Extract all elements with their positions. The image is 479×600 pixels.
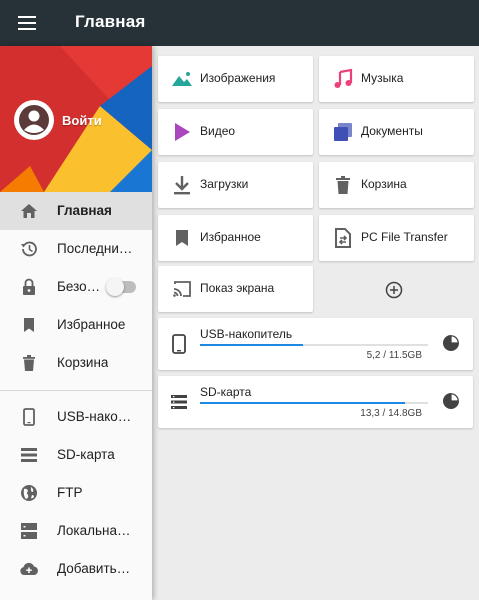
drawer-item-usb[interactable]: USB-нако… (0, 398, 152, 436)
drawer-item-local-network[interactable]: Локальна… (0, 512, 152, 550)
download-icon (170, 173, 194, 197)
pie-chart-icon[interactable] (441, 391, 461, 411)
drawer-item-label: Главная (57, 203, 112, 218)
cast-icon (170, 277, 194, 301)
phone-icon (168, 333, 190, 355)
drawer-item-label: SD-карта (57, 447, 115, 462)
tile-label: PC File Transfer (361, 230, 448, 244)
home-icon (19, 201, 39, 221)
drawer-header: Войти (0, 46, 152, 192)
trash-icon (331, 173, 355, 197)
tile-pc-file-transfer[interactable]: PC File Transfer (319, 215, 474, 261)
lock-icon (19, 277, 39, 297)
add-circle-icon[interactable] (382, 278, 406, 302)
drawer-item-label: Добавить… (57, 561, 131, 576)
storage-name: SD-карта (200, 385, 252, 399)
toggle-knob (106, 278, 124, 296)
tile-label: Корзина (361, 177, 407, 191)
drawer-item-label: Последни… (57, 241, 133, 256)
tile-downloads[interactable]: Загрузки (158, 162, 313, 208)
tile-label: Видео (200, 124, 236, 138)
server-icon (19, 521, 39, 541)
menu-icon[interactable] (14, 11, 40, 35)
storage-progress (200, 344, 428, 346)
tile-favorites[interactable]: Избранное (158, 215, 313, 261)
music-icon (331, 67, 355, 91)
storage-progress-fill (200, 344, 304, 346)
tile-music[interactable]: Музыка (319, 56, 474, 102)
app-bar: Главная (0, 0, 479, 46)
drawer-item-secure[interactable]: Безо… (0, 268, 152, 306)
tile-screen-cast[interactable]: Показ экрана (158, 266, 313, 312)
tile-images[interactable]: Изображения (158, 56, 313, 102)
storage-card-sd[interactable]: SD-карта 13,3 / 14.8GB (158, 376, 473, 428)
tile-label: Загрузки (200, 177, 249, 191)
image-icon (170, 67, 194, 91)
drawer-item-label: USB-нако… (57, 409, 132, 424)
phone-icon (19, 407, 39, 427)
history-icon (19, 239, 39, 259)
main-content: Изображения Музыка Видео Документы Загру… (152, 46, 479, 600)
storage-name: USB-накопитель (200, 327, 293, 341)
storage-progress-fill (200, 402, 405, 404)
drawer-item-favorites[interactable]: Избранное (0, 306, 152, 344)
drawer-item-trash[interactable]: Корзина (0, 344, 152, 382)
drawer-item-label: Локальна… (57, 523, 131, 538)
drawer-item-label: Корзина (57, 355, 109, 370)
storage-usage: 13,3 / 14.8GB (360, 408, 422, 419)
play-icon (170, 120, 194, 144)
drawer-item-label: FTP (57, 485, 83, 500)
tile-video[interactable]: Видео (158, 109, 313, 155)
drawer-item-label: Безо… (57, 279, 101, 294)
bookmark-icon (170, 226, 194, 250)
tile-documents[interactable]: Документы (319, 109, 474, 155)
tile-trash[interactable]: Корзина (319, 162, 474, 208)
storage-icon (168, 391, 190, 413)
storage-progress (200, 402, 428, 404)
navigation-drawer: Войти Главная Последни… Безо… Избранное … (0, 46, 152, 600)
drawer-item-label: Избранное (57, 317, 126, 332)
drawer-item-ftp[interactable]: FTP (0, 474, 152, 512)
pc-transfer-icon (331, 226, 355, 250)
login-link[interactable]: Войти (62, 113, 102, 128)
tile-label: Музыка (361, 71, 404, 85)
tile-label: Показ экрана (200, 281, 275, 295)
tile-label: Документы (361, 124, 423, 138)
tile-label: Избранное (200, 230, 261, 244)
documents-icon (331, 120, 355, 144)
trash-icon (19, 353, 39, 373)
drawer-item-home[interactable]: Главная (0, 192, 152, 230)
drawer-item-add-cloud[interactable]: Добавить… (0, 550, 152, 588)
tile-label: Изображения (200, 71, 276, 85)
globe-icon (19, 483, 39, 503)
secure-toggle[interactable] (106, 278, 136, 296)
app-title: Главная (75, 12, 146, 31)
drawer-item-recent[interactable]: Последни… (0, 230, 152, 268)
avatar[interactable] (14, 100, 54, 140)
storage-usage: 5,2 / 11.5GB (366, 350, 422, 361)
drawer-item-sd-card[interactable]: SD-карта (0, 436, 152, 474)
bookmark-icon (19, 315, 39, 335)
storage-card-usb[interactable]: USB-накопитель 5,2 / 11.5GB (158, 318, 473, 370)
drawer-divider (0, 390, 152, 391)
cloud-add-icon (19, 559, 39, 579)
storage-icon (19, 445, 39, 465)
pie-chart-icon[interactable] (441, 333, 461, 353)
